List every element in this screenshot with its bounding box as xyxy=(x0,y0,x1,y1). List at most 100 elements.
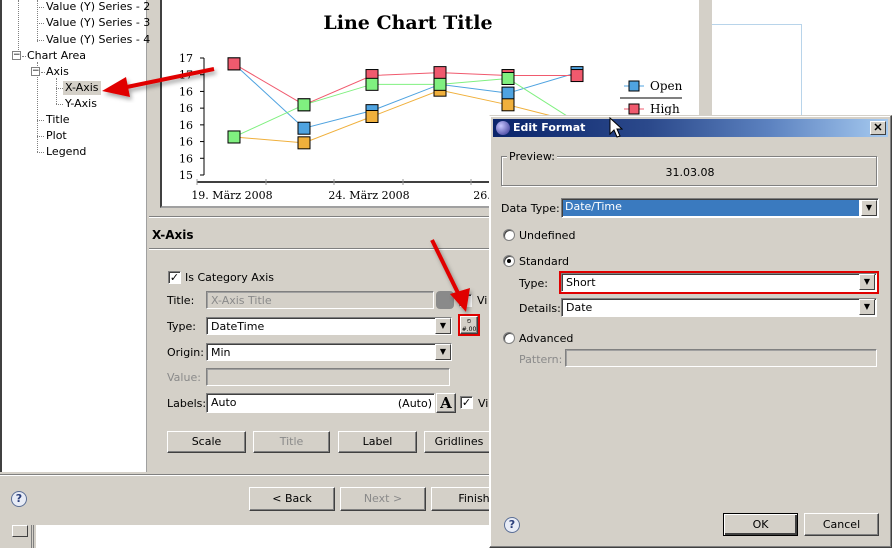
background-window xyxy=(712,0,892,120)
close-icon: ✕ xyxy=(873,122,883,134)
type-label: Type: xyxy=(519,277,548,290)
labels-field[interactable]: Auto (Auto) xyxy=(206,393,435,413)
title-visible-checkbox[interactable] xyxy=(459,294,472,307)
x-tick-label: 19. März 2008 xyxy=(191,189,272,202)
help-icon[interactable]: ? xyxy=(11,491,27,507)
data-type-value: Date/Time xyxy=(563,200,859,216)
back-button[interactable]: < Back xyxy=(249,487,335,511)
cancel-button[interactable]: Cancel xyxy=(804,513,879,536)
title-button[interactable]: Title xyxy=(253,431,330,453)
tree-line xyxy=(37,40,44,41)
tree-item-value-series-4[interactable]: Value (Y) Series - 4 xyxy=(46,33,150,47)
data-point-low xyxy=(365,110,379,123)
data-point-open xyxy=(297,121,311,135)
tree-item-legend[interactable]: Legend xyxy=(46,145,86,159)
standard-label: Standard xyxy=(519,255,570,268)
labels-visible-checkbox[interactable]: ✓ xyxy=(460,396,473,409)
collapse-chart-area-toggle[interactable]: − xyxy=(12,51,21,60)
type-label: Type: xyxy=(167,320,196,333)
undefined-label: Undefined xyxy=(519,229,576,242)
tree-line xyxy=(37,152,44,153)
data-type-select[interactable]: Date/Time xyxy=(561,198,879,218)
standard-radio[interactable] xyxy=(503,255,515,267)
panel-heading: X-Axis xyxy=(152,228,194,242)
dialog-title: Edit Format xyxy=(513,121,586,134)
undefined-radio[interactable] xyxy=(503,229,515,241)
scale-button[interactable]: Scale xyxy=(167,431,246,453)
labels-value: Auto xyxy=(211,396,237,409)
tree-line xyxy=(18,0,19,56)
annotation-highlight-box xyxy=(458,314,480,336)
legend-label: Open xyxy=(650,79,683,93)
tree-line xyxy=(56,78,57,104)
tree-line xyxy=(37,7,44,8)
chevron-down-icon[interactable]: ▼ xyxy=(435,318,451,334)
origin-value-field[interactable] xyxy=(206,368,450,386)
details-label: Details: xyxy=(519,302,561,315)
chevron-down-icon[interactable]: ▼ xyxy=(861,200,877,216)
labels-label: Labels: xyxy=(167,397,207,410)
is-category-axis-checkbox[interactable]: ✓ xyxy=(168,271,181,284)
y-tick-label: 17 xyxy=(179,69,193,82)
is-category-axis-label: Is Category Axis xyxy=(185,271,275,284)
label-font-button[interactable]: A xyxy=(436,393,456,413)
tree-item-title[interactable]: Title xyxy=(46,113,70,127)
scroll-thumb[interactable] xyxy=(12,525,28,537)
edit-format-dialog: Edit Format ✕ Preview: 31.03.08 Data Typ… xyxy=(489,115,892,548)
chevron-down-icon[interactable]: ▼ xyxy=(435,344,451,360)
chart-title: Line Chart Title xyxy=(323,12,492,34)
ok-button[interactable]: OK xyxy=(723,513,798,536)
axis-title-field[interactable]: X-Axis Title xyxy=(206,291,434,309)
title-visible-label: Vi xyxy=(477,294,488,307)
chart-element-tree[interactable]: Value (Y) Series - 2 Value (Y) Series - … xyxy=(0,0,150,472)
tree-item-y-axis[interactable]: Y-Axis xyxy=(65,97,97,111)
y-tick-label: 16 xyxy=(179,136,193,149)
dialog-title-bar[interactable]: Edit Format ✕ xyxy=(493,119,888,137)
next-button[interactable]: Next > xyxy=(340,487,426,511)
preview-label: Preview: xyxy=(507,150,557,163)
label-button[interactable]: Label xyxy=(338,431,417,453)
close-button[interactable]: ✕ xyxy=(870,121,886,135)
help-icon[interactable]: ? xyxy=(504,517,520,533)
data-point-low xyxy=(297,136,311,150)
details-select[interactable]: Date xyxy=(561,298,877,317)
tree-item-value-series-3[interactable]: Value (Y) Series - 3 xyxy=(46,16,150,30)
tree-item-axis[interactable]: Axis xyxy=(46,65,69,79)
y-tick-label: 15 xyxy=(179,169,193,182)
preview-value: 31.03.08 xyxy=(665,166,715,179)
divider xyxy=(31,525,34,548)
data-point-close xyxy=(227,130,241,144)
data-point-open xyxy=(501,86,515,100)
tree-item-x-axis[interactable]: X-Axis xyxy=(63,81,101,95)
tree-item-chart-area[interactable]: Chart Area xyxy=(27,49,86,63)
gridlines-button[interactable]: Gridlines xyxy=(424,431,494,453)
data-point-close xyxy=(297,98,311,112)
tree-line xyxy=(37,136,44,137)
legend-marker-high xyxy=(628,103,640,115)
title-formula-button[interactable] xyxy=(436,291,454,309)
tree-item-value-series-2[interactable]: Value (Y) Series - 2 xyxy=(46,0,150,14)
lower-window-content xyxy=(36,525,489,548)
advanced-radio[interactable] xyxy=(503,332,515,344)
origin-label: Origin: xyxy=(167,346,204,359)
tree-line xyxy=(56,88,63,89)
eclipse-icon xyxy=(496,121,510,135)
data-type-label: Data Type: xyxy=(501,202,560,215)
advanced-label: Advanced xyxy=(519,332,574,345)
data-point-close xyxy=(501,71,515,85)
tree-line xyxy=(41,72,45,73)
x-tick-label: 24. März 2008 xyxy=(328,189,409,202)
font-icon: A xyxy=(440,394,452,412)
data-point-low xyxy=(501,98,515,112)
tree-item-plot[interactable]: Plot xyxy=(46,129,67,143)
origin-select[interactable]: Min xyxy=(206,343,452,361)
y-tick-label: 16 xyxy=(179,102,193,115)
value-label: Value: xyxy=(167,371,201,384)
data-point-close xyxy=(365,77,379,91)
axis-type-select[interactable]: DateTime xyxy=(206,317,452,335)
collapse-axis-toggle[interactable]: − xyxy=(31,67,40,76)
pattern-field[interactable] xyxy=(565,349,877,367)
legend-marker-open xyxy=(628,80,640,92)
chevron-down-icon[interactable]: ▼ xyxy=(859,299,875,315)
title-label: Title: xyxy=(167,294,195,307)
